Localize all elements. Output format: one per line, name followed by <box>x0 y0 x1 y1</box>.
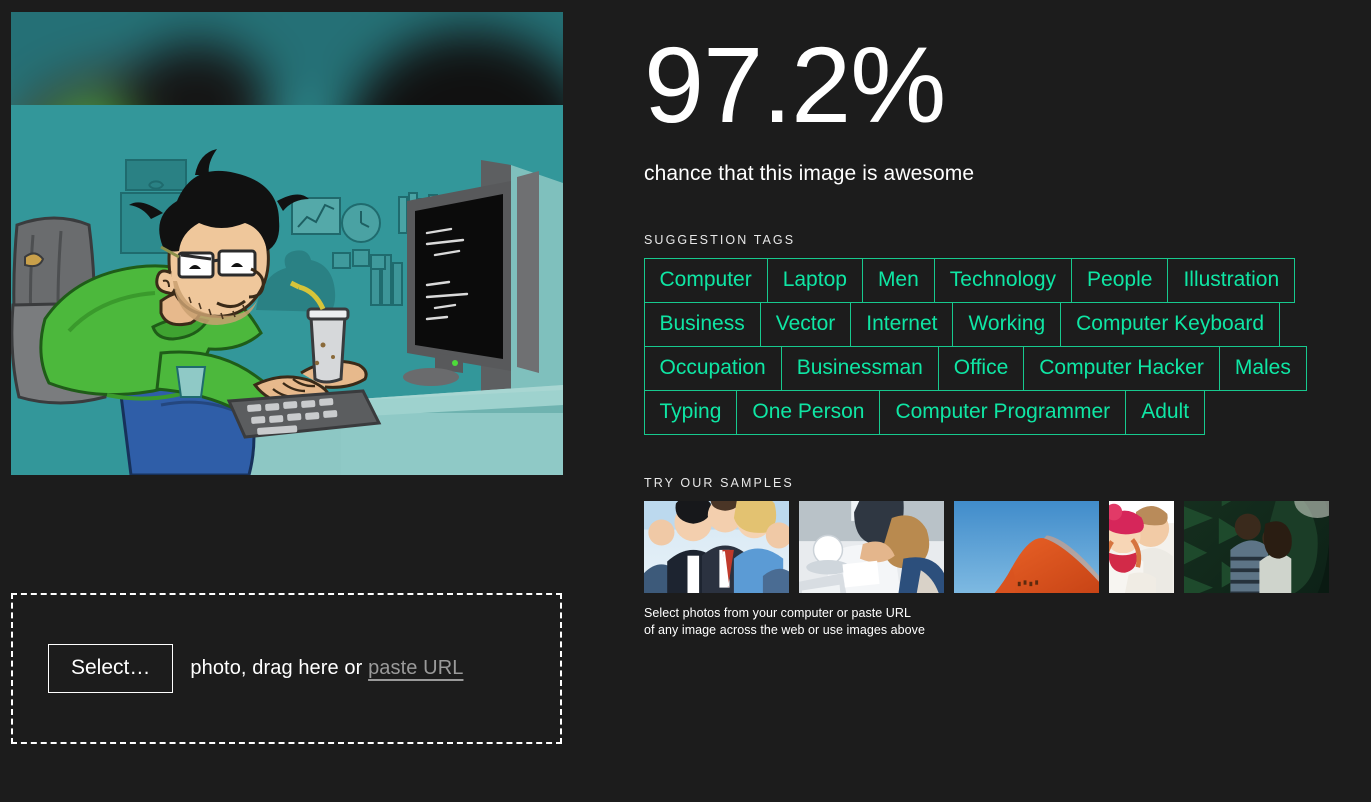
sample-thumbnail-office-meeting[interactable] <box>799 501 944 594</box>
suggestion-tag[interactable]: Males <box>1218 345 1307 391</box>
suggestion-tag[interactable]: Computer Programmer <box>879 389 1127 435</box>
sample-thumbnail-image <box>799 501 944 594</box>
upload-dropzone[interactable]: Select… photo, drag here or paste URL <box>11 593 562 744</box>
sample-thumbnail-desert-dune[interactable] <box>954 501 1099 594</box>
suggestion-tag[interactable]: Computer Keyboard <box>1060 301 1281 347</box>
select-photo-button[interactable]: Select… <box>48 644 174 693</box>
paste-url-link[interactable]: paste URL <box>368 657 463 679</box>
sample-thumbnail-image <box>1109 501 1174 594</box>
app-root: Select… photo, drag here or paste URL 97… <box>0 0 1371 802</box>
suggestion-tag[interactable]: Men <box>861 257 935 303</box>
samples-caption: Select photos from your computer or past… <box>644 605 1351 640</box>
samples-caption-line-1: Select photos from your computer or past… <box>644 606 911 621</box>
suggestion-tag[interactable]: Computer Hacker <box>1023 345 1220 391</box>
suggestion-tags-list: Computer Laptop Men Technology People Illustr… <box>643 257 1344 435</box>
sample-thumbnail-image <box>954 501 1099 594</box>
suggestion-tag[interactable]: Vector <box>759 301 852 347</box>
suggestion-tag[interactable]: Working <box>952 301 1062 347</box>
suggestion-tag[interactable]: Technology <box>933 257 1073 303</box>
suggestion-tag[interactable]: Internet <box>850 301 954 347</box>
suggestion-tag[interactable]: Illustration <box>1167 257 1296 303</box>
suggestion-tags-label: SUGGESTION TAGS <box>644 233 796 248</box>
suggestion-tag[interactable]: Occupation <box>643 345 782 391</box>
sample-thumbnail-winter-couple[interactable] <box>1109 501 1174 594</box>
score-caption: chance that this image is awesome <box>644 162 975 186</box>
preview-image[interactable] <box>11 105 563 475</box>
image-preview-stage <box>11 12 563 572</box>
awesomeness-score: 97.2% <box>644 24 946 145</box>
suggestion-tag[interactable]: Businessman <box>780 345 939 391</box>
preview-column: Select… photo, drag here or paste URL <box>0 0 572 802</box>
suggestion-tag[interactable]: Business <box>643 301 761 347</box>
suggestion-tag[interactable]: Office <box>937 345 1025 391</box>
suggestion-tag[interactable]: Computer <box>643 257 768 303</box>
suggestion-tag[interactable]: People <box>1071 257 1169 303</box>
suggestion-tag[interactable]: Adult <box>1125 389 1206 435</box>
try-our-samples-label: TRY OUR SAMPLES <box>644 476 794 491</box>
dropzone-hint: photo, drag here or paste URL <box>190 657 463 680</box>
samples-caption-line-2: of any image across the web or use image… <box>644 623 925 638</box>
dropzone-hint-text: photo, drag here or <box>190 657 363 679</box>
suggestion-tag[interactable]: One Person <box>736 389 881 435</box>
sample-thumbnail-image <box>1184 501 1329 594</box>
suggestion-tag[interactable]: Typing <box>643 389 738 435</box>
sample-thumbnail-business-team[interactable] <box>644 501 789 594</box>
results-column: 97.2% chance that this image is awesome … <box>572 0 1371 802</box>
suggestion-tag[interactable]: Laptop <box>766 257 863 303</box>
sample-thumbnail-image <box>644 501 789 594</box>
sample-thumbnail-forest-couple[interactable] <box>1184 501 1329 594</box>
sample-thumbnails-row <box>644 501 1351 594</box>
